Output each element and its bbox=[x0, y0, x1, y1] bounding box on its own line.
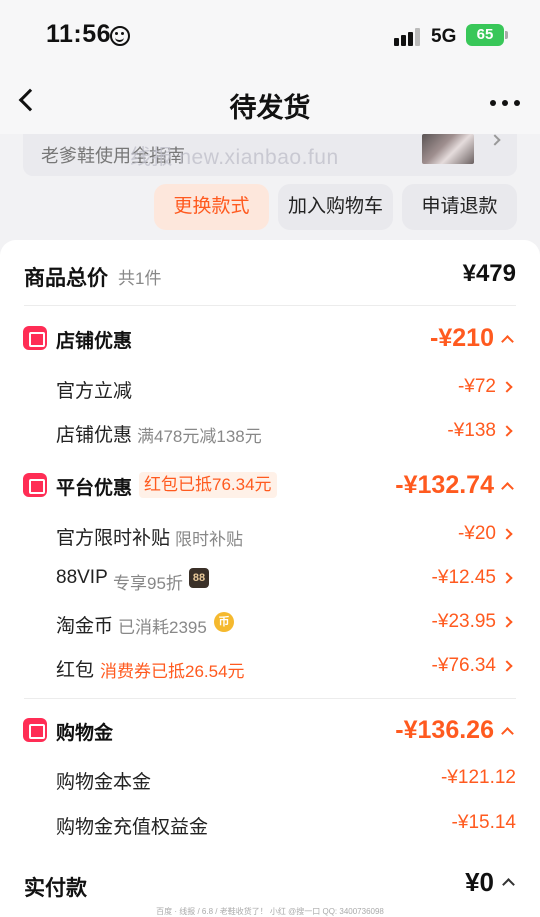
discount-item-label: 88VIP bbox=[56, 567, 108, 588]
discount-item-note: 消费券已抵26.54元 bbox=[100, 662, 245, 681]
change-style-button[interactable]: 更换款式 bbox=[154, 184, 269, 230]
paid-label: 实付款 bbox=[24, 877, 87, 900]
discount-item-value: -¥76.34 bbox=[431, 655, 496, 676]
discount-item-label: 红包 bbox=[56, 660, 95, 681]
platform-icon bbox=[23, 473, 47, 497]
more-icon[interactable] bbox=[490, 100, 520, 108]
discount-item-label: 官方限时补贴 bbox=[56, 528, 171, 549]
chevron-up-icon[interactable] bbox=[501, 727, 514, 740]
red-packet-tag: 红包已抵76.34元 bbox=[139, 472, 277, 498]
discount-item-note: 限时补贴 bbox=[175, 530, 243, 549]
discount-item-note: 已消耗2395 bbox=[118, 618, 207, 637]
discount-item-note: 满478元减138元 bbox=[137, 427, 262, 446]
credit-item-value: -¥15.14 bbox=[451, 812, 516, 833]
shopping-credit-icon bbox=[23, 718, 47, 742]
platform-discount-value: -¥132.74 bbox=[395, 471, 494, 499]
chevron-up-icon[interactable] bbox=[501, 482, 514, 495]
guide-card[interactable]: 老爹鞋使用全指南 bbox=[23, 134, 517, 176]
chevron-right-icon bbox=[489, 134, 501, 146]
guide-thumbnail bbox=[422, 134, 474, 164]
status-bar: 11:56 5G 65 bbox=[0, 0, 540, 76]
discount-item-label: 店铺优惠 bbox=[56, 425, 133, 446]
discount-item-label: 淘金币 bbox=[56, 616, 114, 637]
chevron-up-icon[interactable] bbox=[502, 878, 515, 891]
chevron-right-icon[interactable] bbox=[501, 660, 513, 672]
chevron-right-icon[interactable] bbox=[501, 425, 513, 437]
shopping-credit-value: -¥136.26 bbox=[395, 716, 494, 744]
page-title: 待发货 bbox=[229, 93, 311, 123]
add-to-cart-button[interactable]: 加入购物车 bbox=[278, 184, 393, 230]
price-summary-card: 商品总价 共1件 ¥479 店铺优惠 -¥210 官方立减 -¥72 店铺优惠 … bbox=[0, 240, 540, 917]
nav-bar: 待发货 bbox=[0, 76, 540, 134]
platform-discount-label: 平台优惠 bbox=[56, 478, 133, 499]
total-value: ¥479 bbox=[462, 260, 516, 287]
discount-item-value: -¥138 bbox=[447, 420, 496, 441]
shopping-credit-label: 购物金 bbox=[56, 723, 114, 744]
discount-item-label: 官方立减 bbox=[56, 381, 133, 402]
shop-discount-label: 店铺优惠 bbox=[56, 331, 133, 352]
status-time: 11:56 bbox=[46, 20, 112, 48]
discount-item-value: -¥12.45 bbox=[431, 567, 496, 588]
action-buttons: 更换款式 加入购物车 申请退款 bbox=[0, 184, 540, 230]
shop-discount-value: -¥210 bbox=[430, 324, 494, 352]
credit-item-label: 购物金本金 bbox=[56, 772, 152, 793]
discount-item-note: 专享95折 bbox=[113, 574, 183, 593]
chevron-right-icon[interactable] bbox=[501, 572, 513, 584]
network-type: 5G bbox=[431, 26, 457, 47]
discount-item-value: -¥20 bbox=[457, 523, 496, 544]
divider bbox=[24, 698, 516, 699]
discount-item-value: -¥23.95 bbox=[431, 611, 496, 632]
paid-value: ¥0 bbox=[465, 867, 494, 897]
vip-88-badge-icon: 88 bbox=[189, 568, 209, 588]
store-icon bbox=[23, 326, 47, 350]
credit-item-label: 购物金充值权益金 bbox=[56, 817, 209, 838]
total-label: 商品总价 bbox=[24, 267, 108, 290]
refund-button[interactable]: 申请退款 bbox=[402, 184, 517, 230]
guide-text: 老爹鞋使用全指南 bbox=[41, 146, 185, 166]
coin-icon: 币 bbox=[214, 612, 234, 632]
chevron-right-icon[interactable] bbox=[501, 528, 513, 540]
signal-icon bbox=[394, 28, 420, 46]
footer-watermark: 百度 · 线报 / 6.8 / 老鞋收货了！ 小红 @搜一口 QQ: 34007… bbox=[156, 907, 384, 916]
battery-icon: 65 bbox=[466, 24, 508, 46]
chevron-right-icon[interactable] bbox=[501, 381, 513, 393]
credit-item-value: -¥121.12 bbox=[440, 767, 516, 788]
chevron-right-icon[interactable] bbox=[501, 616, 513, 628]
smiley-icon bbox=[110, 26, 130, 46]
total-count: 共1件 bbox=[118, 269, 162, 288]
chevron-up-icon[interactable] bbox=[501, 335, 514, 348]
discount-item-value: -¥72 bbox=[457, 376, 496, 397]
divider bbox=[24, 305, 516, 306]
